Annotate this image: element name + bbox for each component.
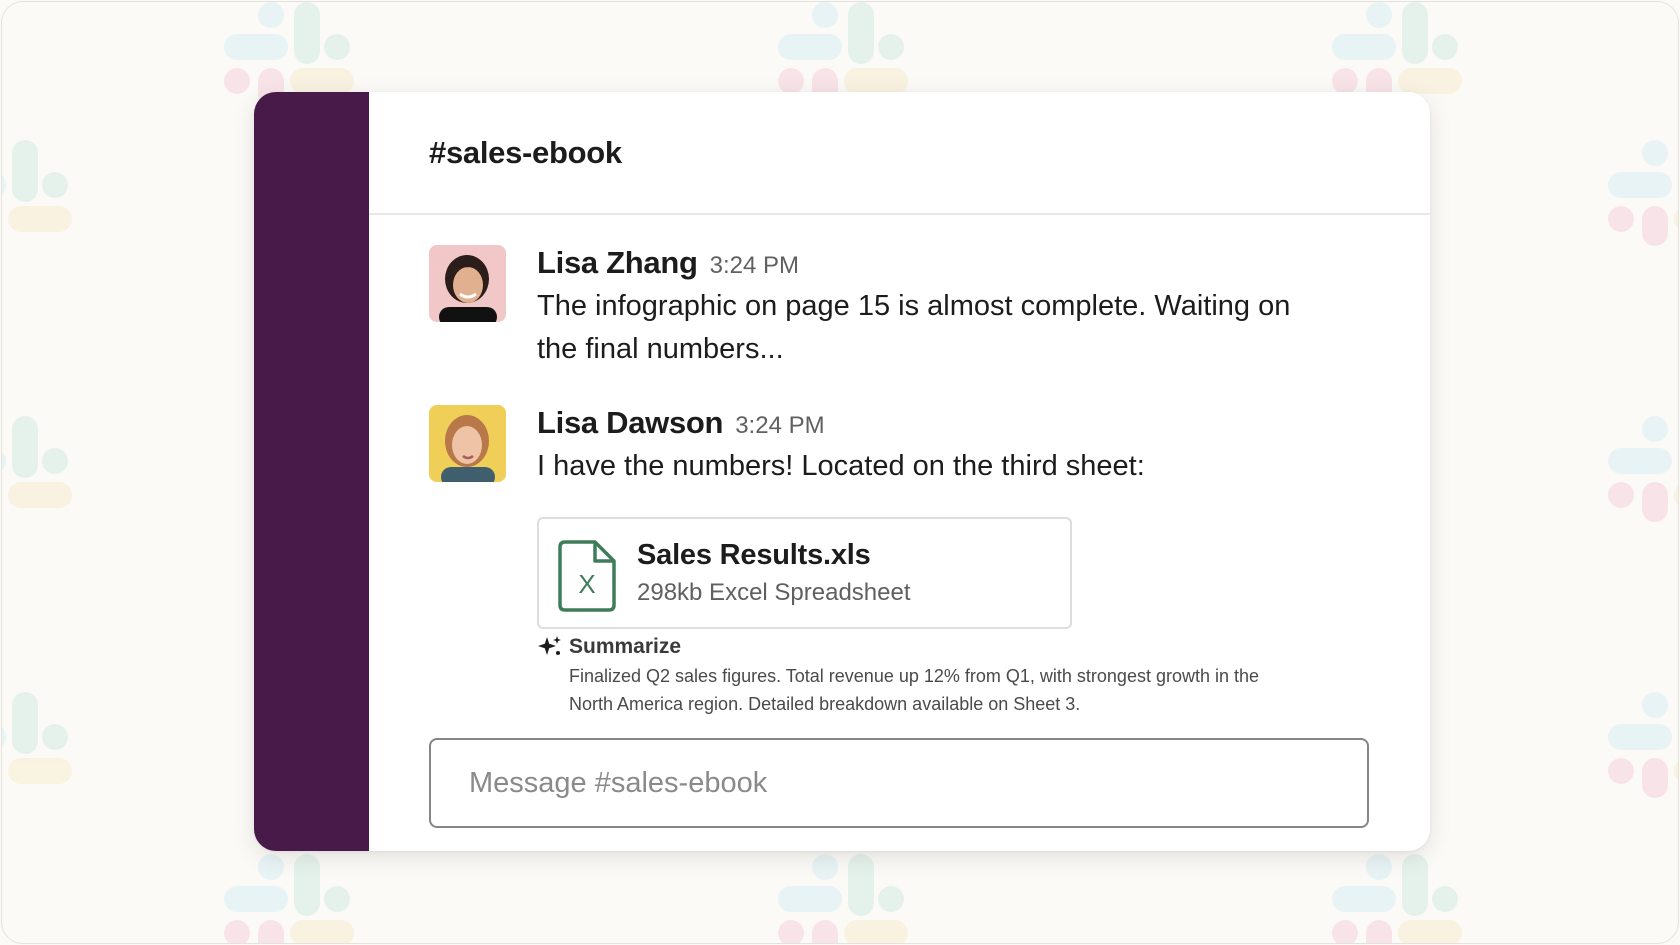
avatar-image — [429, 245, 506, 322]
sender-name[interactable]: Lisa Zhang — [537, 245, 698, 281]
message-text: I have the numbers! Located on the third… — [537, 450, 1145, 482]
sparkle-icon — [538, 636, 561, 655]
file-meta: 298kb Excel Spreadsheet — [637, 579, 911, 606]
file-name[interactable]: Sales Results.xls — [637, 539, 871, 572]
background-logo-mark — [224, 854, 354, 943]
message-text: The infographic on page 15 is almost com… — [537, 290, 1291, 365]
workspace-sidebar — [254, 92, 369, 851]
excel-file-icon-letter: X — [578, 569, 595, 599]
channel-header: #sales-ebook — [369, 92, 1430, 215]
avatar-image — [429, 405, 506, 482]
avatar[interactable] — [429, 405, 506, 482]
ai-summary: Summarize Finalized Q2 sales figures. To… — [537, 634, 1289, 718]
background-logo-mark — [778, 854, 908, 943]
background-logo-mark — [778, 2, 908, 108]
background-logo-mark — [1608, 416, 1678, 522]
sender-name[interactable]: Lisa Dawson — [537, 405, 724, 441]
background-logo-mark — [1332, 2, 1462, 108]
background-logo-mark — [2, 692, 72, 784]
message-timestamp[interactable]: 3:24 PM — [710, 252, 799, 280]
avatar[interactable] — [429, 245, 506, 322]
background-logo-mark — [1608, 692, 1678, 798]
message-input[interactable] — [469, 766, 1367, 800]
channel-name[interactable]: #sales-ebook — [429, 135, 622, 171]
channel-view: #sales-ebook Lisa Zhang 3:24 PM The info… — [369, 92, 1430, 851]
slack-window: #sales-ebook Lisa Zhang 3:24 PM The info… — [254, 92, 1430, 851]
message-timestamp[interactable]: 3:24 PM — [735, 412, 824, 440]
summarize-action[interactable]: Summarize — [537, 634, 1289, 660]
background-logo-mark — [2, 416, 72, 508]
summarize-label: Summarize — [569, 635, 682, 658]
background-logo-mark — [224, 2, 354, 108]
message-body: Lisa Zhang 3:24 PM The infographic on pa… — [537, 245, 1337, 371]
excel-file-icon: X — [558, 540, 616, 612]
background-logo-mark — [2, 140, 72, 232]
message-composer[interactable] — [429, 738, 1369, 828]
background-logo-mark — [1332, 854, 1462, 943]
background-logo-mark — [1608, 140, 1678, 246]
message-body: Lisa Dawson 3:24 PM I have the numbers! … — [537, 405, 1337, 488]
summary-text: Finalized Q2 sales figures. Total revenu… — [569, 666, 1260, 714]
file-attachment[interactable]: X Sales Results.xls 298kb Excel Spreadsh… — [537, 517, 1072, 629]
